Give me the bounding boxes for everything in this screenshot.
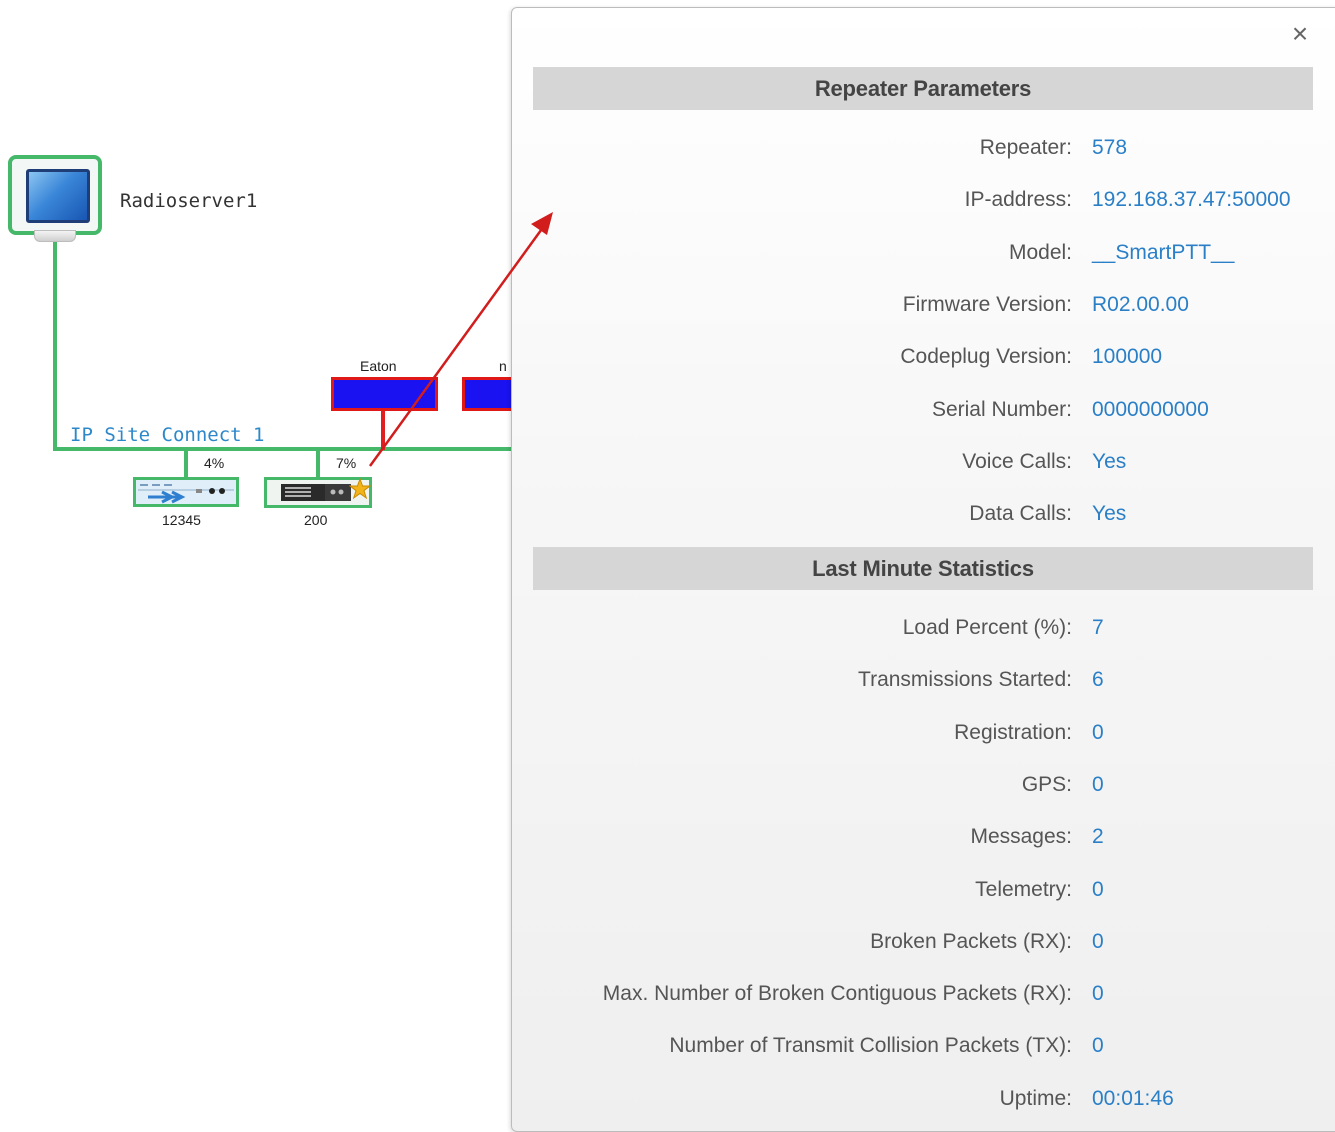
stat-row: GPS: 0 bbox=[520, 771, 1335, 799]
stat-row: Broken Packets (RX): 0 bbox=[520, 928, 1335, 956]
param-label: Repeater: bbox=[979, 136, 1072, 159]
param-value: Yes bbox=[1092, 449, 1127, 473]
param-value: 192.168.37.47:50000 bbox=[1092, 188, 1291, 212]
param-row: Repeater: 578 bbox=[520, 134, 1335, 162]
stat-label: Load Percent (%): bbox=[902, 616, 1072, 639]
stat-value: 2 bbox=[1092, 825, 1104, 849]
stat-row: Telemetry: 0 bbox=[520, 876, 1335, 904]
param-label: Codeplug Version: bbox=[900, 345, 1072, 369]
stat-row: Load Percent (%): 7 bbox=[520, 614, 1335, 642]
stat-value: 0 bbox=[1092, 982, 1104, 1006]
param-row: IP-address: 192.168.37.47:50000 bbox=[520, 186, 1335, 214]
pointer-arrow bbox=[368, 212, 553, 467]
monitor-icon bbox=[26, 169, 90, 223]
param-row: Codeplug Version: 100000 bbox=[520, 343, 1335, 371]
param-value: R02.00.00 bbox=[1092, 292, 1189, 316]
param-label: Model: bbox=[1008, 240, 1072, 264]
param-row: Model: __SmartPTT__ bbox=[520, 239, 1335, 267]
repeater-device-12345[interactable] bbox=[133, 477, 239, 507]
stat-row: Registration: 0 bbox=[520, 719, 1335, 747]
close-button[interactable]: × bbox=[1288, 20, 1312, 48]
device-load-12345: 4% bbox=[204, 455, 225, 471]
stat-label: Telemetry: bbox=[975, 877, 1072, 901]
stat-row: Messages: 2 bbox=[520, 823, 1335, 851]
stat-value: 0 bbox=[1092, 772, 1104, 796]
device-id-200: 200 bbox=[304, 512, 328, 528]
stat-label: Uptime: bbox=[999, 1086, 1072, 1110]
repeater-icon bbox=[138, 484, 234, 504]
param-label: Firmware Version: bbox=[902, 292, 1072, 316]
stat-value: 0 bbox=[1092, 1034, 1104, 1058]
param-value: 578 bbox=[1092, 136, 1128, 159]
param-value: Yes bbox=[1092, 502, 1127, 526]
device-link-12345 bbox=[184, 451, 188, 477]
stat-value: 7 bbox=[1092, 616, 1104, 639]
param-row: Serial Number: 0000000000 bbox=[520, 396, 1335, 424]
param-label: IP-address: bbox=[964, 188, 1072, 212]
param-label: Serial Number: bbox=[931, 397, 1072, 421]
stat-value: 00:01:46 bbox=[1092, 1086, 1174, 1110]
stat-row: Max. Number of Broken Contiguous Packets… bbox=[520, 980, 1335, 1008]
stat-label: Broken Packets (RX): bbox=[870, 929, 1072, 953]
server-uplink-line bbox=[53, 240, 57, 451]
stat-label: GPS: bbox=[1021, 772, 1072, 796]
stat-value: 0 bbox=[1092, 877, 1104, 901]
network-map: Radioserver1 IP Site Connect 1 4% 7% 123… bbox=[0, 0, 522, 1119]
device-link-200 bbox=[316, 451, 320, 477]
stat-label: Max. Number of Broken Contiguous Packets… bbox=[602, 982, 1072, 1006]
server-name-label: Radioserver1 bbox=[120, 190, 258, 212]
param-label: Data Calls: bbox=[969, 502, 1072, 526]
param-value: 100000 bbox=[1092, 345, 1163, 369]
param-row: Firmware Version: R02.00.00 bbox=[520, 291, 1335, 319]
stat-label: Messages: bbox=[970, 825, 1072, 849]
section-header-last-minute-statistics: Last Minute Statistics bbox=[533, 547, 1313, 590]
site-name-link[interactable]: IP Site Connect 1 bbox=[70, 424, 264, 446]
param-row: Data Calls: Yes bbox=[520, 500, 1335, 528]
stat-row: Uptime: 00:01:46 bbox=[520, 1085, 1335, 1113]
server-node[interactable] bbox=[8, 155, 102, 235]
device-load-200: 7% bbox=[336, 455, 357, 471]
stat-label: Registration: bbox=[954, 720, 1072, 744]
stat-label: Transmissions Started: bbox=[858, 668, 1072, 692]
stat-value: 0 bbox=[1092, 720, 1104, 744]
stat-label: Number of Transmit Collision Packets (TX… bbox=[669, 1034, 1072, 1058]
repeater-device-200[interactable] bbox=[264, 477, 372, 508]
stat-row: Transmissions Started: 6 bbox=[520, 666, 1335, 694]
stat-row: Number of Transmit Collision Packets (TX… bbox=[520, 1032, 1335, 1060]
star-icon bbox=[349, 478, 371, 500]
stat-value: 0 bbox=[1092, 929, 1104, 953]
section-header-repeater-parameters: Repeater Parameters bbox=[533, 67, 1313, 110]
param-value: 0000000000 bbox=[1092, 397, 1209, 421]
param-row: Voice Calls: Yes bbox=[520, 448, 1335, 476]
stat-value: 6 bbox=[1092, 668, 1104, 692]
param-value: __SmartPTT__ bbox=[1092, 240, 1235, 264]
monitor-stand bbox=[34, 230, 76, 242]
param-label: Voice Calls: bbox=[962, 449, 1072, 473]
device-id-12345: 12345 bbox=[162, 512, 201, 528]
